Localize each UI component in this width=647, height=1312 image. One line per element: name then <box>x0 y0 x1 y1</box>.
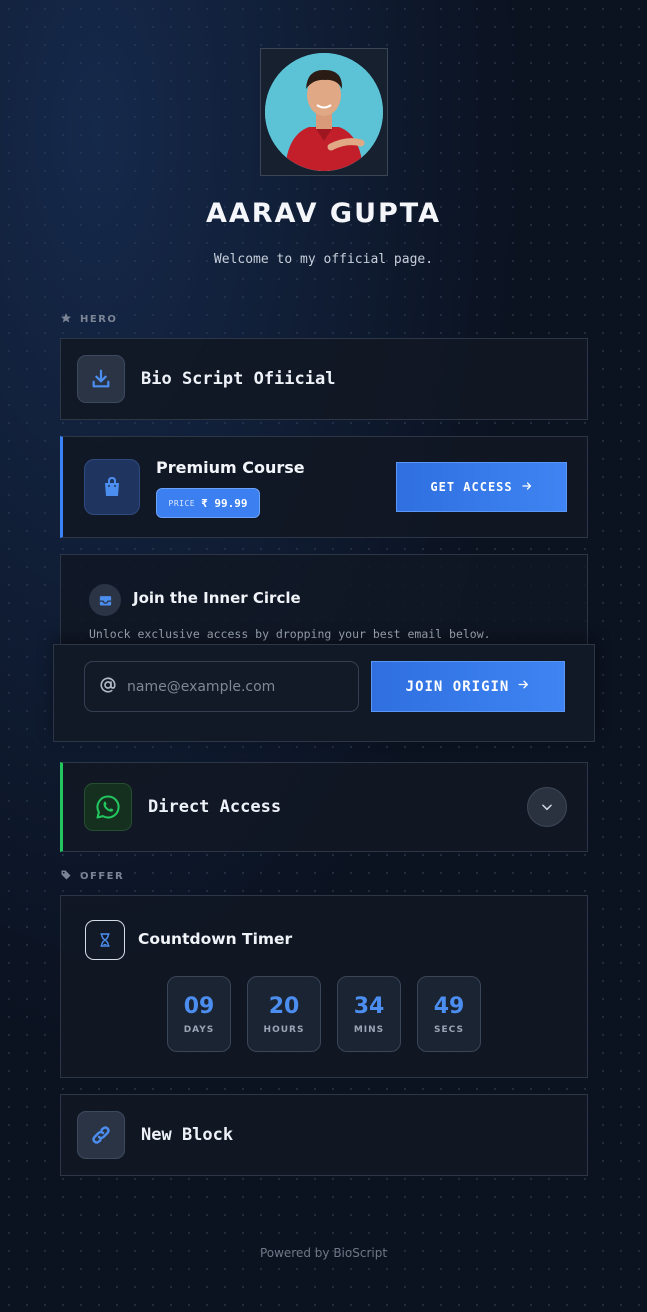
course-title: Premium Course <box>156 458 305 477</box>
link-icon <box>77 1111 125 1159</box>
countdown-mins-value: 34 <box>353 993 385 1019</box>
price-value: ₹ 99.99 <box>201 496 248 510</box>
countdown-secs-value: 49 <box>433 993 465 1019</box>
bio-script-title: Bio Script Ofiicial <box>141 369 336 389</box>
section-label-text: HERO <box>80 314 118 325</box>
get-access-button[interactable]: GET ACCESS <box>396 462 567 512</box>
at-icon <box>99 676 117 698</box>
countdown-hours-label: HOURS <box>263 1024 305 1035</box>
footer-powered-by[interactable]: Powered by BioScript <box>0 1246 647 1260</box>
tag-icon <box>60 869 72 884</box>
countdown-secs-label: SECS <box>434 1024 464 1035</box>
hourglass-icon <box>85 920 125 960</box>
page: AARAV GUPTA Welcome to my official page.… <box>0 0 647 1312</box>
countdown-hours: 20 HOURS <box>247 976 321 1052</box>
avatar <box>260 48 388 176</box>
shopping-bag-icon <box>84 459 140 515</box>
section-label-text: OFFER <box>80 871 125 882</box>
price-badge: PRICE ₹ 99.99 <box>156 488 260 518</box>
countdown-mins: 34 MINS <box>337 976 401 1052</box>
price-label: PRICE <box>168 498 196 508</box>
inbox-icon <box>89 584 121 616</box>
bio-script-link[interactable]: Bio Script Ofiicial <box>60 338 588 420</box>
arrow-right-icon <box>517 678 530 695</box>
countdown-title: Countdown Timer <box>138 930 293 948</box>
countdown-days-label: DAYS <box>183 1024 215 1035</box>
avatar-photo <box>265 53 383 171</box>
whatsapp-icon <box>84 783 132 831</box>
countdown-secs: 49 SECS <box>417 976 481 1052</box>
profile-name: AARAV GUPTA <box>205 198 442 229</box>
direct-access-card[interactable]: Direct Access <box>60 762 588 852</box>
newsletter-form: name@example.com JOIN ORIGIN <box>53 644 595 742</box>
countdown-hours-value: 20 <box>268 993 300 1019</box>
get-access-label: GET ACCESS <box>430 480 513 494</box>
countdown-days-value: 09 <box>183 993 215 1019</box>
join-origin-label: JOIN ORIGIN <box>405 678 510 695</box>
direct-access-title: Direct Access <box>148 797 282 817</box>
section-label-offer: OFFER <box>60 869 124 884</box>
arrow-right-icon <box>521 480 533 495</box>
newsletter-title: Join the Inner Circle <box>133 589 301 607</box>
countdown-mins-label: MINS <box>353 1024 385 1035</box>
email-placeholder: name@example.com <box>127 678 276 695</box>
new-block-title: New Block <box>141 1125 234 1145</box>
countdown-card: Countdown Timer <box>60 895 588 1078</box>
email-field[interactable]: name@example.com <box>84 661 359 712</box>
star-icon <box>60 312 72 327</box>
countdown-days: 09 DAYS <box>167 976 231 1052</box>
premium-course-card: Premium Course PRICE ₹ 99.99 GET ACCESS <box>60 436 588 538</box>
profile-tagline: Welcome to my official page. <box>213 252 434 267</box>
section-label-hero: HERO <box>60 312 117 327</box>
download-icon <box>77 355 125 403</box>
newsletter-description: Unlock exclusive access by dropping your… <box>89 627 491 641</box>
join-origin-button[interactable]: JOIN ORIGIN <box>371 661 565 712</box>
new-block-link[interactable]: New Block <box>60 1094 588 1176</box>
chevron-down-icon[interactable] <box>527 787 567 827</box>
